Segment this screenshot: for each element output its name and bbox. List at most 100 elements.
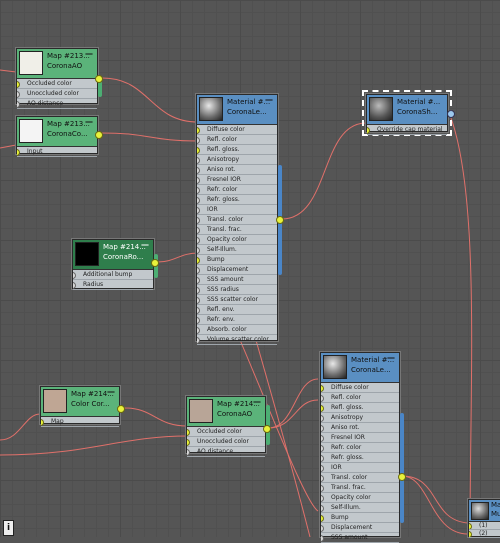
input-socket[interactable] — [197, 167, 200, 174]
input-slot[interactable]: Aniso rot. — [197, 165, 277, 175]
input-slot[interactable]: Volume scatter color — [197, 335, 277, 345]
input-socket[interactable] — [321, 475, 324, 482]
node-header[interactable]: Material #... CoronaLe... — — [197, 95, 277, 125]
input-socket[interactable] — [73, 282, 76, 289]
node-header[interactable]: Material #... CoronaSh... — [367, 95, 447, 125]
input-slot[interactable]: SSS scatter color — [197, 295, 277, 305]
input-slot[interactable]: Opacity color — [321, 493, 399, 503]
input-socket[interactable] — [197, 327, 200, 334]
node-material-shadow[interactable]: Material #... CoronaSh... Override cap m… — [362, 90, 455, 136]
input-socket[interactable] — [197, 277, 200, 284]
input-socket[interactable] — [321, 445, 324, 452]
input-socket[interactable] — [321, 425, 324, 432]
output-socket[interactable] — [95, 75, 103, 83]
minimize-button[interactable]: — — [265, 96, 273, 104]
node-multi-material[interactable]: Ma... Mu... (1) (2) — [468, 499, 500, 538]
output-socket[interactable] — [398, 473, 406, 481]
input-slot[interactable]: Transl. frac. — [321, 483, 399, 493]
input-socket[interactable] — [197, 127, 200, 134]
input-socket[interactable] — [17, 91, 20, 98]
input-socket[interactable] — [197, 177, 200, 184]
node-header[interactable]: Map #213... CoronaAO — — [17, 49, 97, 79]
output-socket[interactable] — [151, 259, 159, 267]
input-slot[interactable]: Absorb. color — [197, 325, 277, 335]
input-slot[interactable]: Refl. gloss. — [321, 403, 399, 413]
input-slot[interactable]: Self-Illum. — [321, 503, 399, 513]
input-socket[interactable] — [321, 525, 324, 532]
input-slot[interactable]: Diffuse color — [197, 125, 277, 135]
minimize-button[interactable]: — — [85, 50, 93, 58]
input-slot[interactable]: Refl. color — [321, 393, 399, 403]
input-socket[interactable] — [197, 147, 200, 154]
minimize-button[interactable]: — — [107, 388, 115, 396]
input-socket[interactable] — [197, 227, 200, 234]
input-socket[interactable] — [321, 505, 324, 512]
input-socket[interactable] — [321, 465, 324, 472]
input-socket[interactable] — [469, 523, 472, 529]
input-slot[interactable]: Self-Illum. — [197, 245, 277, 255]
input-slot[interactable]: Fresnel IOR — [197, 175, 277, 185]
input-socket[interactable] — [187, 439, 190, 446]
node-corona-ao-1[interactable]: Map #213... CoronaAO — Occluded color Un… — [16, 48, 103, 109]
node-material-1[interactable]: Material #... CoronaLe... — Diffuse colo… — [196, 94, 284, 345]
input-socket[interactable] — [197, 287, 200, 294]
input-slot[interactable]: Displacement — [197, 265, 277, 275]
node-corona-round[interactable]: Map #214... CoronaRo... — Additional bum… — [72, 239, 159, 290]
input-slot[interactable]: Refr. gloss. — [321, 453, 399, 463]
input-slot[interactable]: Map — [41, 417, 119, 427]
input-slot[interactable]: SSS amount — [321, 533, 399, 543]
input-socket[interactable] — [321, 415, 324, 422]
input-slot[interactable]: Bump — [321, 513, 399, 523]
info-icon[interactable]: i — [3, 520, 14, 536]
input-socket[interactable] — [321, 385, 324, 392]
input-slot[interactable]: Refl. env. — [197, 305, 277, 315]
input-slot[interactable]: SSS radius — [197, 285, 277, 295]
input-slot[interactable]: Opacity color — [197, 235, 277, 245]
minimize-button[interactable]: — — [387, 354, 395, 362]
input-slot[interactable]: AO distance — [187, 447, 265, 457]
node-header[interactable]: Map #214... CoronaAO — — [187, 397, 265, 427]
input-slot[interactable]: Refl. gloss. — [197, 145, 277, 155]
input-slot[interactable]: (1) — [469, 522, 500, 530]
input-slot[interactable]: Fresnel IOR — [321, 433, 399, 443]
input-slot[interactable]: Refr. color — [321, 443, 399, 453]
input-slot[interactable]: Occluded color — [17, 79, 97, 89]
input-socket[interactable] — [321, 405, 324, 412]
node-header[interactable]: Map #214... Color Cor... — — [41, 387, 119, 417]
input-socket[interactable] — [321, 515, 324, 522]
input-slot[interactable]: Refr. env. — [197, 315, 277, 325]
input-socket[interactable] — [17, 101, 20, 108]
input-socket[interactable] — [367, 127, 370, 134]
input-socket[interactable] — [321, 435, 324, 442]
input-slot[interactable]: Bump — [197, 255, 277, 265]
input-slot[interactable]: AO distance — [17, 99, 97, 109]
input-slot[interactable]: Transl. color — [321, 473, 399, 483]
output-socket[interactable] — [95, 131, 103, 139]
input-slot[interactable]: Unoccluded color — [17, 89, 97, 99]
input-socket[interactable] — [197, 187, 200, 194]
input-slot[interactable]: Anisotropy — [197, 155, 277, 165]
input-socket[interactable] — [17, 81, 20, 88]
output-socket[interactable] — [263, 425, 271, 433]
input-socket[interactable] — [73, 272, 76, 279]
input-socket[interactable] — [321, 535, 324, 542]
node-color-correct[interactable]: Map #214... Color Cor... — Map — [40, 386, 125, 427]
input-slot[interactable]: Input — [17, 147, 97, 157]
input-socket[interactable] — [197, 297, 200, 304]
node-corona-color-top[interactable]: Map #213... CoronaCo... — Input — [16, 116, 103, 157]
input-socket[interactable] — [321, 485, 324, 492]
input-socket[interactable] — [17, 149, 20, 156]
node-header[interactable]: Ma... Mu... — [469, 500, 500, 522]
minimize-button[interactable]: — — [141, 241, 149, 249]
input-slot[interactable]: IOR — [197, 205, 277, 215]
input-slot[interactable]: Refr. gloss. — [197, 195, 277, 205]
input-socket[interactable] — [197, 197, 200, 204]
input-socket[interactable] — [197, 137, 200, 144]
input-socket[interactable] — [321, 395, 324, 402]
input-socket[interactable] — [197, 267, 200, 274]
input-socket[interactable] — [197, 317, 200, 324]
input-slot[interactable]: Refr. color — [197, 185, 277, 195]
input-slot[interactable]: Aniso rot. — [321, 423, 399, 433]
minimize-button[interactable]: — — [85, 118, 93, 126]
output-socket[interactable] — [117, 405, 125, 413]
